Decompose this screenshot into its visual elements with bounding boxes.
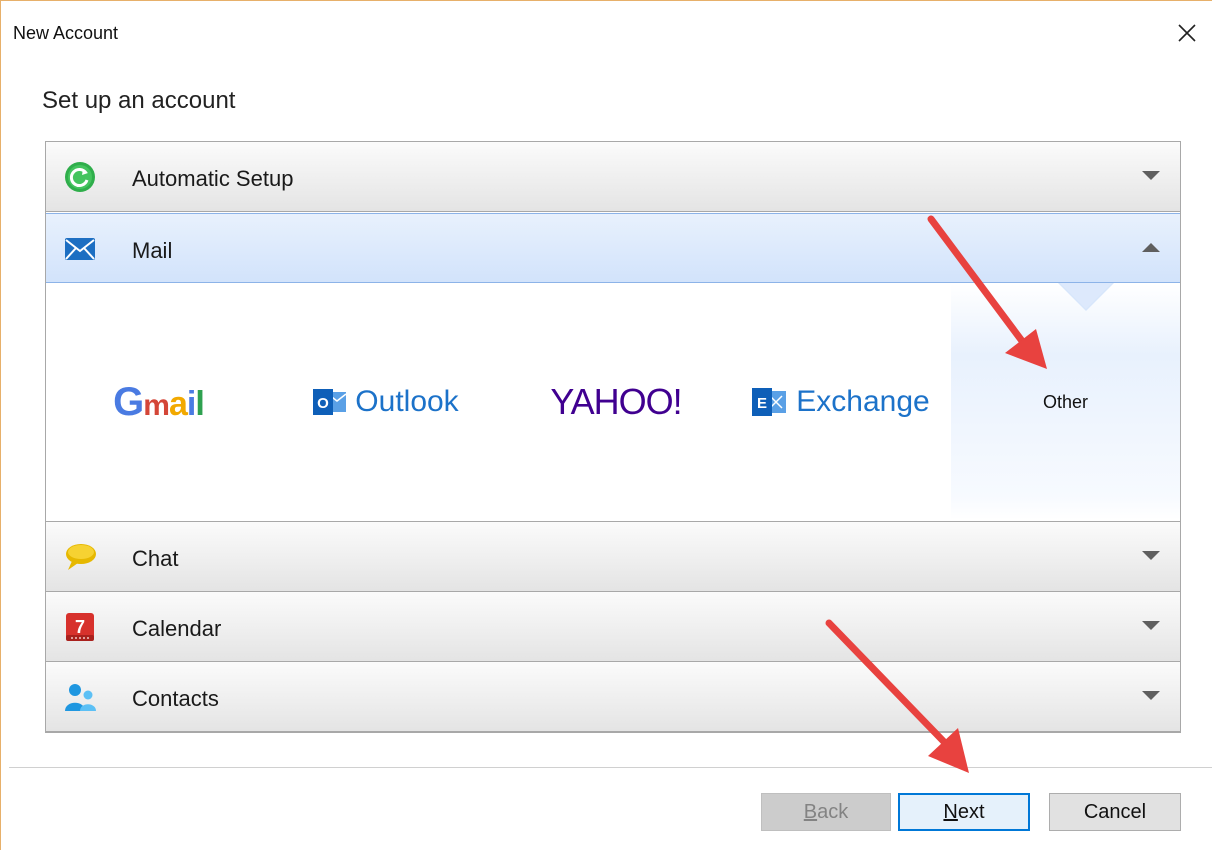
provider-outlook[interactable]: O Outlook <box>271 284 501 520</box>
chevron-down-icon <box>1142 621 1160 630</box>
section-label-chat: Chat <box>132 546 179 571</box>
footer-divider <box>9 767 1212 768</box>
gmail-logo: Gmail <box>113 379 205 424</box>
people-icon <box>65 684 96 711</box>
svg-text:O: O <box>317 395 329 412</box>
close-icon <box>1178 24 1196 42</box>
chevron-down-icon <box>1142 171 1160 180</box>
mail-provider-panel: Gmail O Outlook YAHOO! E Exchange Other <box>46 283 1180 522</box>
provider-exchange[interactable]: E Exchange <box>731 284 951 520</box>
exchange-icon: E <box>752 388 787 416</box>
cancel-button[interactable]: Cancel <box>1049 793 1181 831</box>
next-button[interactable]: Next <box>898 793 1030 831</box>
back-button[interactable]: Back <box>761 793 891 831</box>
section-mail[interactable]: Mail <box>46 213 1180 283</box>
window-title: New Account <box>13 23 119 43</box>
refresh-circle-icon <box>65 162 95 192</box>
chevron-down-icon <box>1142 551 1160 560</box>
account-type-accordion: Automatic Setup Mail Gmail O Outlook YAH… <box>45 141 1181 733</box>
section-label-mail: Mail <box>132 238 173 263</box>
close-button[interactable] <box>1173 19 1201 47</box>
selection-notch-fill <box>1060 283 1112 309</box>
exchange-logo: E Exchange <box>752 385 930 419</box>
provider-other-label: Other <box>1042 391 1089 412</box>
svg-text:7: 7 <box>75 617 85 637</box>
page-heading: Set up an account <box>42 87 236 114</box>
section-label-calendar: Calendar <box>132 616 222 641</box>
section-chat[interactable]: Chat <box>46 522 1180 592</box>
speech-bubble-icon <box>66 544 96 570</box>
section-automatic-setup[interactable]: Automatic Setup <box>46 142 1180 212</box>
outlook-icon: O <box>313 389 347 415</box>
chevron-down-icon <box>1142 691 1160 700</box>
calendar-icon: 7 <box>66 613 94 641</box>
provider-gmail[interactable]: Gmail <box>46 284 271 520</box>
svg-text:E: E <box>757 395 767 412</box>
section-label-automatic-setup: Automatic Setup <box>132 166 294 191</box>
new-account-dialog: New Account Set up an account Automatic … <box>0 0 1212 850</box>
provider-yahoo[interactable]: YAHOO! <box>501 284 731 520</box>
section-calendar[interactable]: 7 Calendar <box>46 592 1180 662</box>
section-contacts[interactable]: Contacts <box>46 662 1180 732</box>
provider-other[interactable]: Other <box>951 284 1180 520</box>
section-label-contacts: Contacts <box>132 686 219 711</box>
chevron-up-icon <box>1142 243 1160 252</box>
outlook-logo: O Outlook <box>313 385 459 419</box>
yahoo-logo: YAHOO! <box>550 381 682 422</box>
envelope-icon <box>65 238 95 260</box>
